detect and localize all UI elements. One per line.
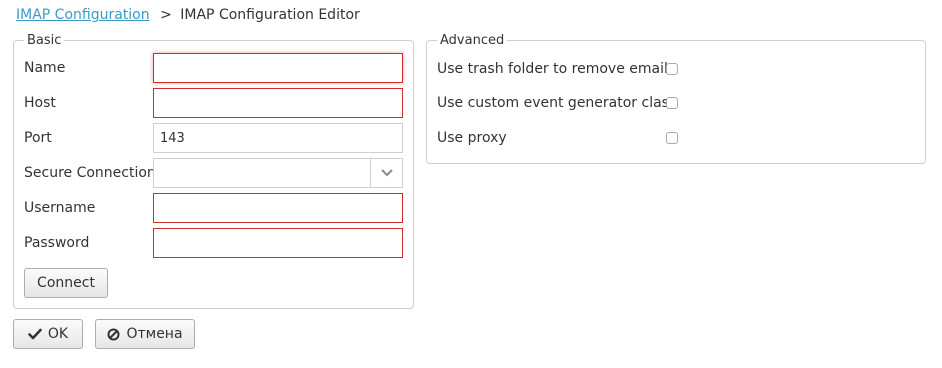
port-label: Port bbox=[24, 130, 52, 146]
cancel-button-label: Отмена bbox=[126, 326, 183, 342]
ok-button-label: OK bbox=[47, 326, 69, 342]
breadcrumb-current: IMAP Configuration Editor bbox=[180, 7, 360, 23]
ban-icon bbox=[107, 328, 120, 340]
use-proxy-label: Use proxy bbox=[437, 130, 507, 146]
username-input[interactable] bbox=[153, 193, 403, 223]
breadcrumb: IMAP Configuration > IMAP Configuration … bbox=[16, 6, 360, 24]
trash-folder-checkbox[interactable] bbox=[666, 63, 678, 75]
check-icon bbox=[28, 328, 42, 340]
host-input[interactable] bbox=[153, 88, 403, 118]
trash-folder-label: Use trash folder to remove emails bbox=[437, 61, 676, 77]
port-input[interactable] bbox=[153, 123, 403, 153]
password-label: Password bbox=[24, 235, 90, 251]
name-input[interactable] bbox=[153, 53, 403, 83]
advanced-legend: Advanced bbox=[440, 33, 505, 48]
connect-button-label: Connect bbox=[37, 275, 95, 291]
breadcrumb-link-imap-configuration[interactable]: IMAP Configuration bbox=[16, 7, 150, 23]
breadcrumb-separator: > bbox=[160, 7, 172, 23]
chevron-down-icon bbox=[380, 169, 393, 177]
cancel-button[interactable]: Отмена bbox=[95, 319, 195, 349]
ok-button[interactable]: OK bbox=[13, 319, 83, 349]
basic-legend: Basic bbox=[27, 33, 62, 48]
username-label: Username bbox=[24, 200, 96, 216]
custom-event-generator-label: Use custom event generator class bbox=[437, 95, 677, 111]
use-proxy-checkbox[interactable] bbox=[666, 132, 678, 144]
secure-connection-select[interactable] bbox=[153, 158, 403, 188]
custom-event-generator-checkbox[interactable] bbox=[666, 97, 678, 109]
secure-connection-toggle[interactable] bbox=[370, 159, 402, 187]
host-label: Host bbox=[24, 95, 56, 111]
secure-connection-label: Secure Connection bbox=[24, 165, 156, 181]
connect-button[interactable]: Connect bbox=[24, 268, 108, 298]
password-input[interactable] bbox=[153, 228, 403, 258]
name-label: Name bbox=[24, 60, 66, 76]
